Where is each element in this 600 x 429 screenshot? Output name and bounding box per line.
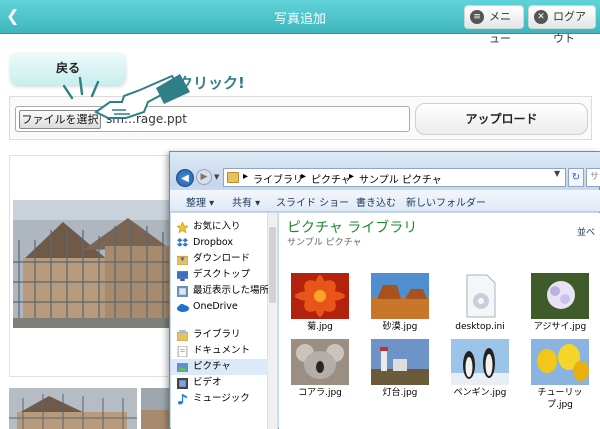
- star-icon: [176, 221, 189, 234]
- nav-item-downloads[interactable]: ダウンロード: [171, 251, 268, 267]
- dropbox-icon: [177, 238, 188, 248]
- library-subtitle: サンプル ピクチャ: [287, 238, 362, 248]
- new-folder-button[interactable]: 新しいフォルダー: [406, 194, 486, 209]
- menu-button-label: メニュー: [489, 10, 511, 45]
- nav-item-label: 最近表示した場所: [193, 285, 268, 296]
- documents-icon: [177, 345, 188, 358]
- address-row: ◀ ▶ ▼ ▸ ライブラリ ▸ ピクチャ ▸ サンプル ピクチャ ▼ ↻ サ: [170, 152, 600, 187]
- nav-scrollbar[interactable]: [268, 213, 278, 429]
- breadcrumb-item[interactable]: ピクチャ: [311, 171, 351, 186]
- nav-item-dropbox[interactable]: Dropbox: [171, 235, 268, 251]
- library-title: ピクチャ ライブラリ: [287, 220, 418, 236]
- back-arrow-icon[interactable]: ◀: [176, 169, 194, 187]
- construction-photo: [13, 200, 169, 328]
- file-name: ペンギン.jpg: [453, 388, 507, 398]
- desert-thumbnail: [371, 273, 429, 319]
- nav-item-label: OneDrive: [193, 301, 238, 312]
- breadcrumb-item[interactable]: サンプル ピクチャ: [359, 171, 442, 186]
- nav-item-label: デスクトップ: [193, 269, 251, 280]
- navigation-pane: お気に入り Dropbox ダウンロード デスクトップ 最近表示した場所 One…: [171, 213, 268, 429]
- file-name: コアラ.jpg: [298, 388, 342, 398]
- nav-item-label: ダウンロード: [193, 253, 251, 264]
- file-tile[interactable]: ペンギン.jpg: [447, 339, 513, 419]
- address-bar[interactable]: ▸ ライブラリ ▸ ピクチャ ▸ サンプル ピクチャ: [223, 168, 566, 187]
- nav-item-label: ピクチャ: [193, 361, 231, 372]
- history-dropdown-icon[interactable]: ▼: [214, 173, 219, 181]
- file-tile[interactable]: 灯台.jpg: [367, 339, 433, 419]
- share-button[interactable]: 共有 ▾: [232, 194, 260, 209]
- nav-item-recent[interactable]: 最近表示した場所: [171, 283, 268, 299]
- header-bar: ❮ 写真追加 ≡ メニュー ✕ ログアウト: [0, 0, 600, 45]
- file-explorer-window: ◀ ▶ ▼ ▸ ライブラリ ▸ ピクチャ ▸ サンプル ピクチャ ▼ ↻ サ 整…: [169, 151, 600, 429]
- nav-item-favorites[interactable]: お気に入り: [171, 219, 268, 235]
- menu-button[interactable]: ≡ メニュー: [464, 5, 524, 45]
- nav-item-libraries[interactable]: ライブラリ: [171, 327, 268, 343]
- recent-places-icon: [177, 286, 188, 297]
- penguins-thumbnail: [451, 339, 509, 385]
- koala-thumbnail: [291, 339, 349, 385]
- address-dropdown-icon[interactable]: ▼: [554, 169, 560, 178]
- file-name: desktop.ini: [455, 322, 505, 332]
- onedrive-icon: [177, 302, 189, 312]
- nav-item-label: ミュージック: [193, 393, 250, 404]
- lighthouse-thumbnail: [371, 339, 429, 385]
- file-name: チューリップ.jpg: [537, 388, 583, 410]
- file-tile[interactable]: チューリップ.jpg: [527, 339, 593, 419]
- folder-icon: [227, 172, 239, 183]
- slideshow-button[interactable]: スライド ショー: [276, 194, 349, 209]
- nav-item-pictures[interactable]: ピクチャ: [171, 359, 268, 375]
- pointing-hand-icon: [62, 74, 190, 119]
- nav-item-label: お気に入り: [193, 221, 241, 232]
- search-input[interactable]: サ: [586, 168, 600, 187]
- gallery-thumbnail[interactable]: [141, 388, 169, 429]
- nav-item-desktop[interactable]: デスクトップ: [171, 267, 268, 283]
- nav-item-videos[interactable]: ビデオ: [171, 375, 268, 391]
- tulips-thumbnail: [531, 339, 589, 385]
- desktop-icon: [177, 270, 188, 281]
- close-icon: ✕: [534, 10, 548, 24]
- download-folder-icon: [176, 254, 189, 266]
- file-name: 灯台.jpg: [382, 388, 418, 398]
- file-name: 菊.jpg: [307, 322, 333, 332]
- file-name: 砂漠.jpg: [382, 322, 418, 332]
- logout-button[interactable]: ✕ ログアウト: [528, 5, 596, 45]
- file-name: アジサイ.jpg: [533, 322, 587, 332]
- nav-item-onedrive[interactable]: OneDrive: [171, 299, 268, 315]
- forward-arrow-icon[interactable]: ▶: [196, 169, 212, 185]
- nav-item-label: ドキュメント: [193, 345, 251, 356]
- pictures-icon: [177, 362, 188, 372]
- file-tile[interactable]: コアラ.jpg: [287, 339, 353, 419]
- logout-button-label: ログアウト: [553, 10, 586, 45]
- burn-button[interactable]: 書き込む: [356, 194, 396, 209]
- music-icon: [177, 394, 187, 405]
- refresh-icon[interactable]: ↻: [568, 168, 584, 187]
- nav-item-label: ビデオ: [193, 377, 222, 388]
- arrange-by-button[interactable]: 並べ: [577, 225, 595, 238]
- gallery-thumbnail[interactable]: [9, 388, 137, 429]
- library-icon: [176, 330, 189, 342]
- chrysanthemum-thumbnail: [291, 273, 349, 319]
- nav-item-documents[interactable]: ドキュメント: [171, 343, 268, 359]
- command-bar: 整理 ▾ 共有 ▾ スライド ショー 書き込む 新しいフォルダー: [170, 190, 600, 212]
- breadcrumb-item[interactable]: ライブラリ: [253, 171, 303, 186]
- video-icon: [177, 378, 188, 389]
- photo-upload-page: ❮ 写真追加 ≡ メニュー ✕ ログアウト 戻る クリック! ファイルを選択 s…: [0, 0, 600, 429]
- nav-item-music[interactable]: ミュージック: [171, 391, 268, 407]
- organize-button[interactable]: 整理 ▾: [186, 194, 214, 209]
- menu-icon: ≡: [470, 10, 484, 24]
- hydrangea-thumbnail: [531, 273, 589, 319]
- nav-item-label: Dropbox: [193, 237, 234, 248]
- settings-file-icon: [451, 273, 509, 319]
- scrollbar-thumb[interactable]: [269, 227, 276, 303]
- file-view: ピクチャ ライブラリ サンプル ピクチャ 並べ 菊.jpg 砂漠.jpg des…: [279, 213, 600, 429]
- nav-item-label: ライブラリ: [193, 329, 241, 340]
- upload-button[interactable]: アップロード: [415, 103, 588, 135]
